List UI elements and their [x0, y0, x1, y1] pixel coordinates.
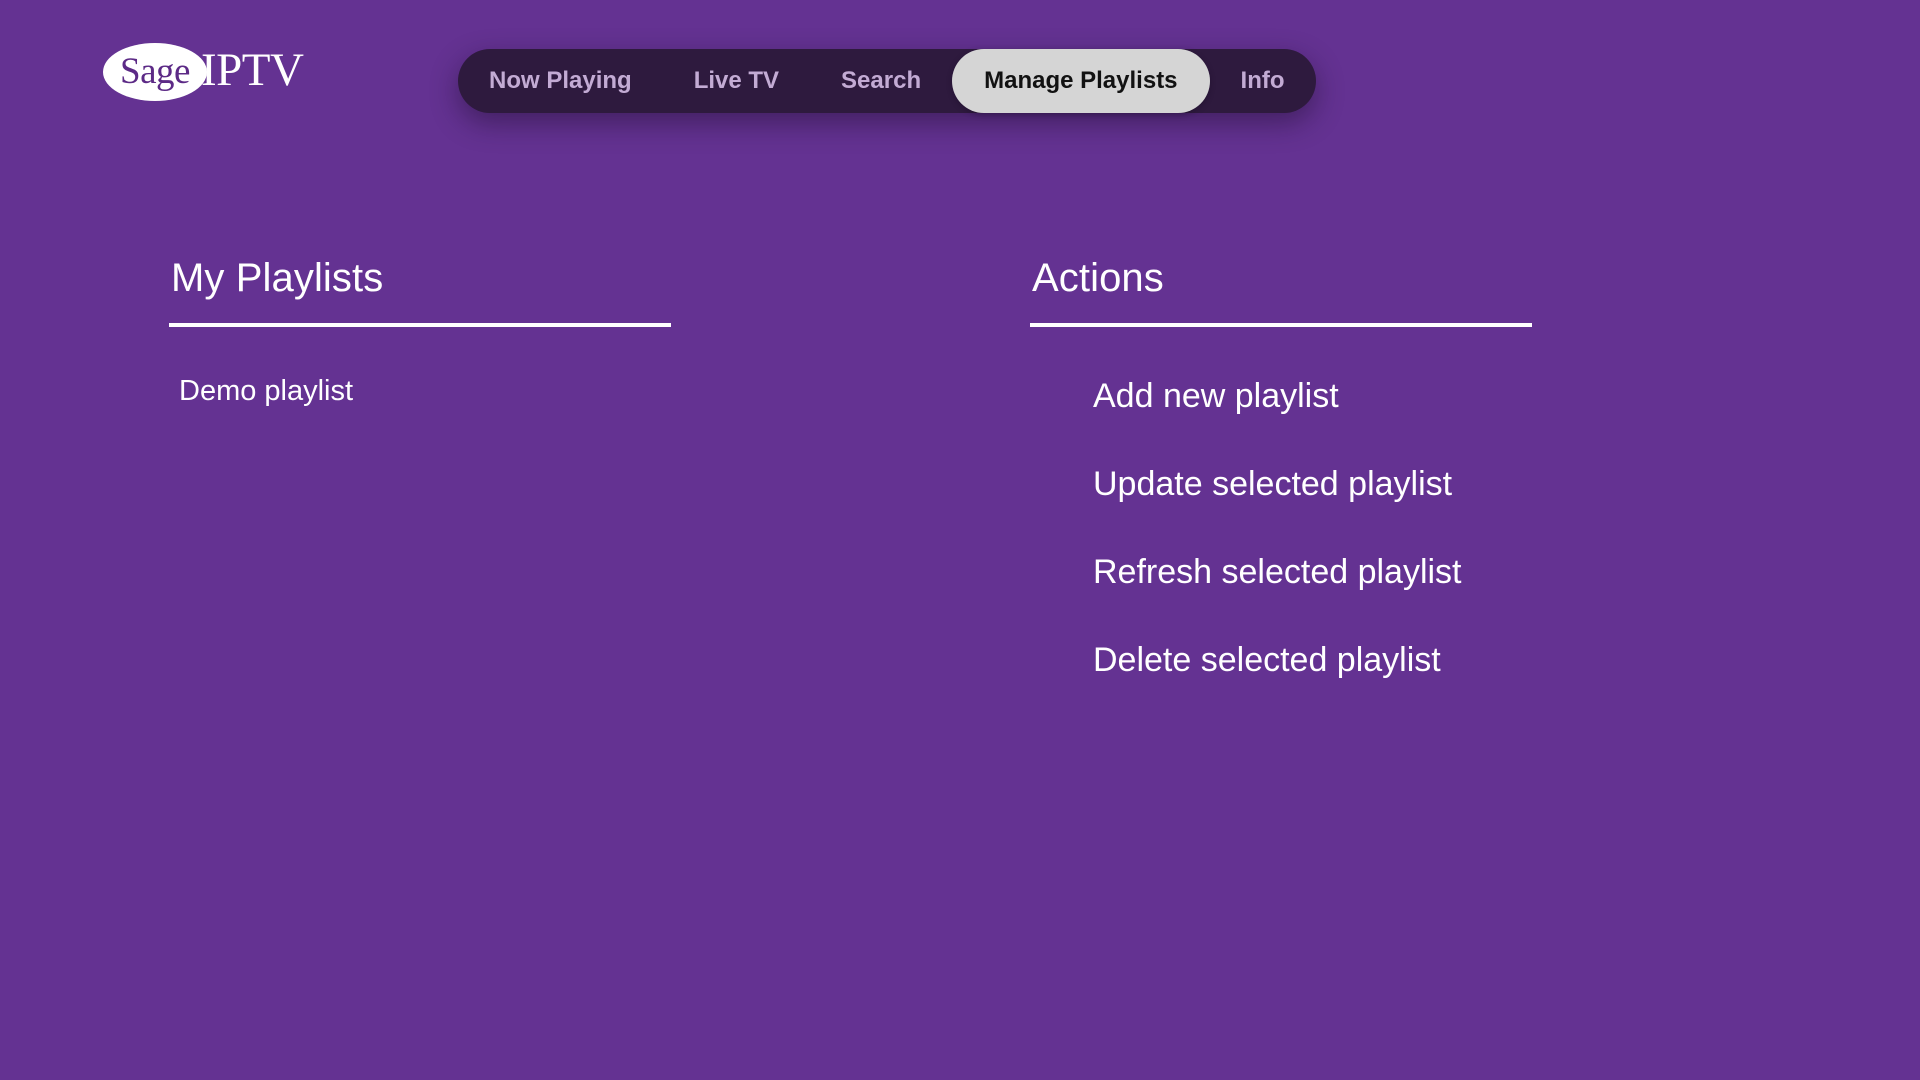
action-list-item[interactable]: Delete selected playlist	[1093, 643, 1532, 677]
playlist-list: Demo playlist	[169, 377, 671, 406]
nav-item-now-playing[interactable]: Now Playing	[458, 49, 663, 113]
actions-panel-title: Actions	[1032, 256, 1164, 300]
app-root: Sage IPTV Now Playing Live TV Search Manage…	[0, 0, 1920, 1080]
nav-item-live-tv[interactable]: Live TV	[663, 49, 810, 113]
actions-panel: Actions Add new playlist Update selected …	[1030, 258, 1532, 677]
action-list-item[interactable]: Update selected playlist	[1093, 467, 1532, 501]
nav-item-search[interactable]: Search	[810, 49, 952, 113]
playlist-list-item[interactable]: Demo playlist	[179, 377, 671, 406]
app-logo: Sage IPTV	[103, 42, 304, 102]
main-navigation: Now Playing Live TV Search Manage Playlists…	[458, 49, 1316, 113]
logo-badge-ellipse: Sage	[103, 43, 207, 101]
action-list-item[interactable]: Add new playlist	[1093, 379, 1532, 413]
nav-item-info[interactable]: Info	[1210, 49, 1316, 113]
playlists-panel-title: My Playlists	[171, 256, 384, 300]
logo-badge-text: Sage	[120, 50, 190, 92]
logo-wordmark: IPTV	[201, 43, 304, 96]
action-list-item[interactable]: Refresh selected playlist	[1093, 555, 1532, 589]
actions-list: Add new playlist Update selected playlist…	[1030, 379, 1532, 677]
nav-item-manage-playlists[interactable]: Manage Playlists	[952, 49, 1210, 113]
actions-panel-divider	[1030, 323, 1532, 327]
playlists-panel-divider	[169, 323, 671, 327]
app-header: Sage IPTV Now Playing Live TV Search Manage…	[0, 0, 1920, 160]
playlists-panel: My Playlists Demo playlist	[169, 258, 671, 406]
